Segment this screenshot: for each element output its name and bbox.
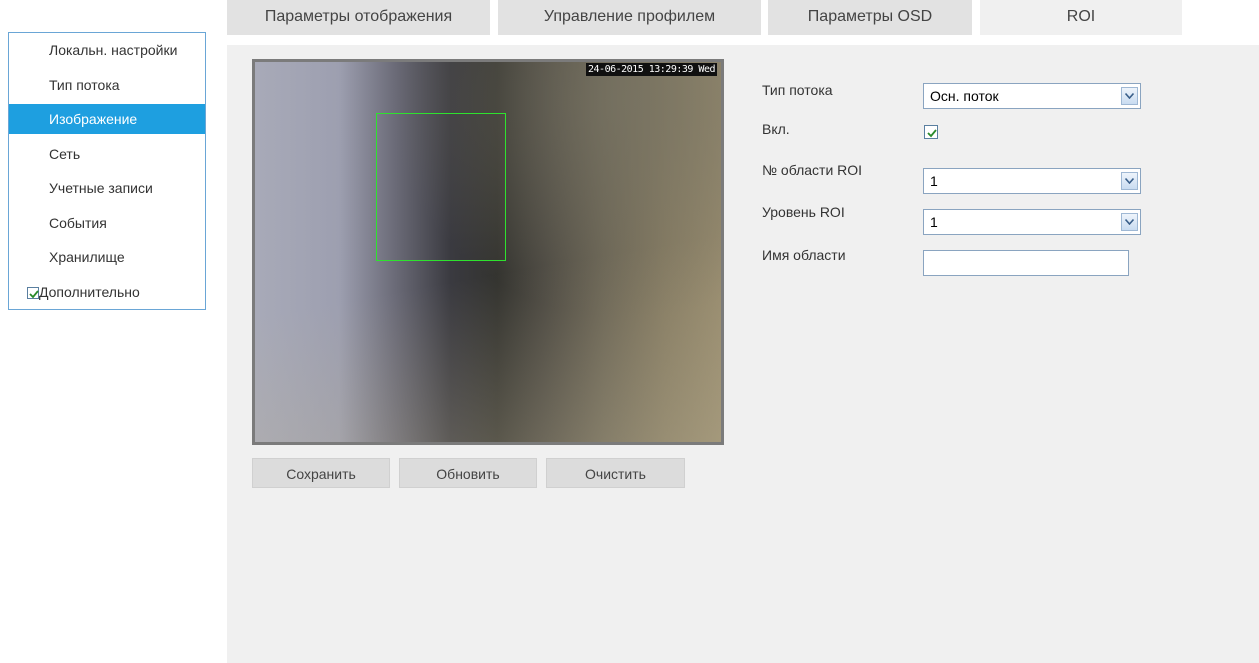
tab-roi[interactable]: ROI: [980, 0, 1182, 35]
stream-type-label: Тип потока: [762, 82, 833, 98]
sidebar: Локальн. настройки Тип потока Изображени…: [8, 32, 206, 310]
refresh-button[interactable]: Обновить: [399, 458, 537, 488]
save-button[interactable]: Сохранить: [252, 458, 390, 488]
chevron-down-icon[interactable]: [1121, 87, 1138, 105]
roi-area-select[interactable]: 1: [923, 168, 1141, 194]
advanced-checkbox[interactable]: [27, 287, 39, 300]
sidebar-item-accounts[interactable]: Учетные записи: [9, 173, 205, 203]
roi-region-box[interactable]: [376, 113, 506, 261]
chevron-down-icon[interactable]: [1121, 172, 1138, 190]
sidebar-item-image[interactable]: Изображение: [9, 104, 205, 134]
sidebar-item-local-settings[interactable]: Локальн. настройки: [9, 35, 205, 65]
roi-level-label: Уровень ROI: [762, 204, 845, 220]
roi-area-value: 1: [930, 173, 938, 189]
check-icon: [29, 290, 39, 299]
roi-level-value: 1: [930, 214, 938, 230]
roi-area-label: № области ROI: [762, 162, 863, 178]
roi-level-select[interactable]: 1: [923, 209, 1141, 235]
stream-type-select[interactable]: Осн. поток: [923, 83, 1141, 109]
sidebar-item-network[interactable]: Сеть: [9, 139, 205, 169]
sidebar-item-advanced[interactable]: Дополнительно: [9, 277, 205, 307]
stream-type-value: Осн. поток: [930, 88, 999, 104]
tab-profile-management[interactable]: Управление профилем: [498, 0, 761, 35]
sidebar-item-advanced-label: Дополнительно: [39, 284, 140, 300]
clear-button[interactable]: Очистить: [546, 458, 685, 488]
enabled-checkbox[interactable]: [924, 125, 938, 139]
osd-timestamp: 24-06-2015 13:29:39 Wed: [586, 63, 717, 76]
area-name-label: Имя области: [762, 247, 846, 263]
sidebar-item-stream-type[interactable]: Тип потока: [9, 70, 205, 100]
tab-osd-params[interactable]: Параметры OSD: [768, 0, 972, 35]
check-icon: [927, 129, 937, 138]
enabled-label: Вкл.: [762, 121, 790, 137]
tab-display-params[interactable]: Параметры отображения: [227, 0, 490, 35]
area-name-input[interactable]: [923, 250, 1129, 276]
sidebar-item-events[interactable]: События: [9, 208, 205, 238]
chevron-down-icon[interactable]: [1121, 213, 1138, 231]
sidebar-item-storage[interactable]: Хранилище: [9, 242, 205, 272]
